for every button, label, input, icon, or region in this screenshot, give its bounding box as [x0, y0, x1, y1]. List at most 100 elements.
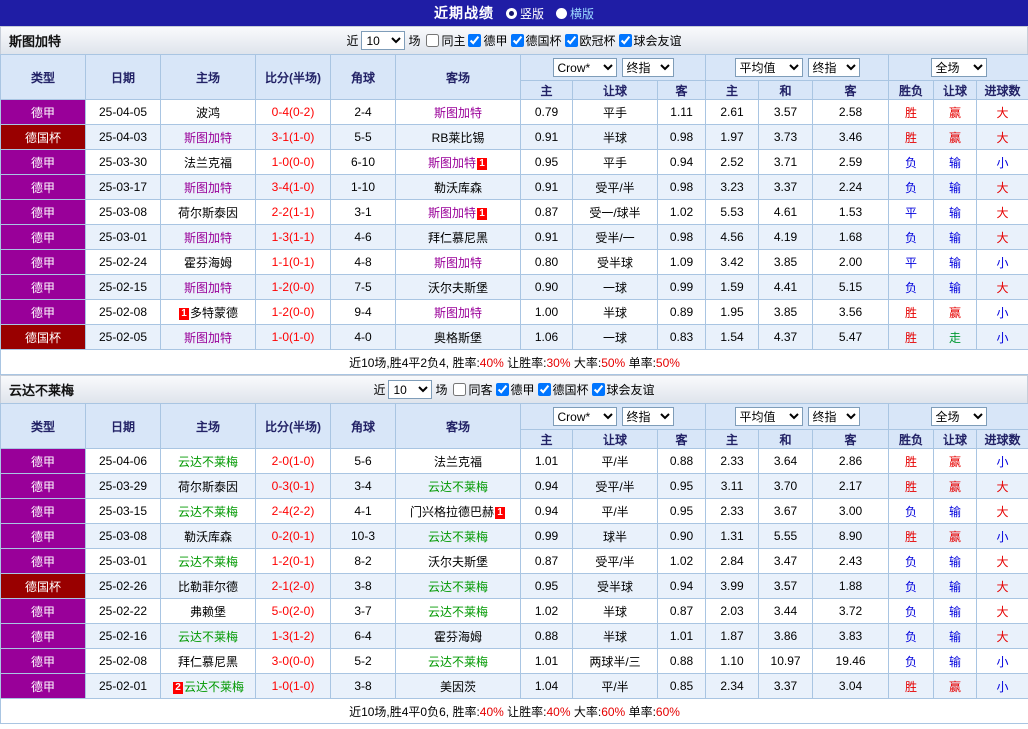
- scope-select[interactable]: 全场: [930, 58, 987, 77]
- team-name-text: 斯图加特: [427, 205, 476, 220]
- odds-stage-select[interactable]: 终指: [621, 407, 674, 426]
- scope-select[interactable]: 全场: [930, 407, 987, 426]
- result-outcome: 负: [888, 573, 935, 599]
- filter-option[interactable]: 德国杯: [510, 32, 562, 49]
- league-badge: 德甲: [0, 299, 86, 325]
- crown-odds-away: 0.88: [656, 448, 707, 474]
- layout-horizontal-radio[interactable]: 横版: [556, 5, 594, 22]
- filter-checkbox[interactable]: [537, 383, 551, 396]
- match-date: 25-03-01: [85, 548, 161, 574]
- avg-odds-draw: 4.61: [758, 199, 814, 225]
- col-score: 比分(半场): [255, 54, 331, 100]
- filter-checkbox[interactable]: [591, 383, 605, 396]
- summary-cell: 近10场,胜4平0负6, 胜率:40% 让胜率:40% 大率:60% 单率:60…: [0, 698, 1028, 724]
- league-badge: 德甲: [0, 648, 86, 674]
- avg-odds-draw: 3.44: [758, 598, 814, 624]
- team-name-text: 云达不莱梅: [427, 479, 488, 494]
- league-badge: 德国杯: [0, 324, 86, 350]
- avg-odds-away: 2.59: [812, 149, 890, 175]
- crown-handicap: 平手: [572, 99, 658, 125]
- match-count-select[interactable]: 10: [388, 380, 433, 399]
- match-date: 25-04-05: [85, 99, 161, 125]
- filter-checkbox[interactable]: [468, 34, 482, 47]
- bookmaker-header: Crow* 终指: [519, 403, 707, 430]
- filter-checkbox[interactable]: [453, 383, 467, 396]
- filter-option[interactable]: 德甲: [495, 381, 535, 398]
- avg-odds-home: 2.03: [705, 598, 760, 624]
- match-date: 25-02-16: [85, 623, 161, 649]
- filter-option[interactable]: 德国杯: [537, 381, 589, 398]
- filter-option[interactable]: 球会友谊: [618, 32, 682, 49]
- avg-odds-home: 1.59: [705, 274, 760, 300]
- filter-checkbox[interactable]: [564, 34, 578, 47]
- crown-handicap: 一球: [572, 324, 658, 350]
- crown-odds-home: 0.94: [520, 473, 573, 499]
- result-goals: 小: [976, 249, 1028, 275]
- match-count-select[interactable]: 10: [361, 31, 406, 50]
- avg-odds-home: 3.23: [705, 174, 760, 200]
- away-team: 云达不莱梅: [395, 648, 521, 674]
- summary-stat-value: 30%: [546, 355, 571, 370]
- corner-score: 8-2: [330, 548, 396, 574]
- crown-odds-home: 0.95: [520, 573, 573, 599]
- result-handicap: 赢: [933, 99, 978, 125]
- filter-option[interactable]: 同客: [453, 381, 493, 398]
- avg-odds-away: 1.53: [812, 199, 890, 225]
- summary-stat-label: 胜率:: [452, 355, 480, 370]
- match-date: 25-02-05: [85, 324, 161, 350]
- bookmaker-select[interactable]: Crow*: [552, 407, 617, 426]
- table-header-row: 类型 日期 主场 比分(半场) 角球 客场 Crow* 终指 平均值 终指 全场: [0, 54, 1028, 100]
- away-team: 霍芬海姆: [395, 623, 521, 649]
- away-team: RB莱比锡: [395, 124, 521, 150]
- filter-checkbox[interactable]: [618, 34, 632, 47]
- result-outcome: 负: [888, 598, 935, 624]
- corner-score: 5-6: [330, 448, 396, 474]
- avg-odds-draw: 4.19: [758, 224, 814, 250]
- filter-option[interactable]: 球会友谊: [591, 381, 655, 398]
- result-goals: 大: [976, 224, 1028, 250]
- summary-stat-value: 60%: [601, 704, 626, 719]
- odds-stage-select[interactable]: 终指: [621, 58, 674, 77]
- bookmaker-select[interactable]: Crow*: [552, 58, 617, 77]
- crown-handicap: 受一/球半: [572, 199, 658, 225]
- avg-odds-home: 2.34: [705, 673, 760, 699]
- crown-odds-away: 0.85: [656, 673, 707, 699]
- match-score: 1-0(1-0): [255, 324, 331, 350]
- red-card-badge: 1: [477, 157, 487, 170]
- result-goals: 大: [976, 124, 1028, 150]
- crown-handicap: 两球半/三: [572, 648, 658, 674]
- filter-option[interactable]: 欧冠杯: [564, 32, 616, 49]
- match-date: 25-03-29: [85, 473, 161, 499]
- average-select[interactable]: 平均值: [734, 407, 803, 426]
- col-handicap: 让球: [572, 80, 658, 100]
- home-team: 斯图加特: [160, 224, 256, 250]
- match-score: 1-3(1-2): [255, 623, 331, 649]
- result-outcome: 胜: [888, 673, 935, 699]
- filter-checkbox[interactable]: [495, 383, 509, 396]
- away-team: 沃尔夫斯堡: [395, 274, 521, 300]
- avg-odds-draw: 3.67: [758, 498, 814, 524]
- team-name-text: 霍芬海姆: [183, 255, 232, 270]
- layout-vertical-radio[interactable]: 竖版: [505, 5, 544, 22]
- result-handicap: 输: [933, 149, 978, 175]
- crown-handicap: 受平/半: [572, 174, 658, 200]
- average-header: 平均值 终指: [705, 54, 890, 81]
- scope-header: 全场: [888, 54, 1028, 81]
- crown-handicap: 平/半: [572, 498, 658, 524]
- average-stage-select[interactable]: 终指: [807, 407, 860, 426]
- filter-option[interactable]: 同主: [426, 32, 465, 49]
- crown-handicap: 半球: [572, 124, 658, 150]
- filter-checkbox[interactable]: [510, 34, 524, 47]
- crown-odds-away: 0.89: [656, 299, 707, 325]
- average-stage-select[interactable]: 终指: [807, 58, 860, 77]
- avg-odds-home: 1.97: [705, 124, 760, 150]
- filter-checkbox[interactable]: [426, 34, 440, 47]
- filter-option-label: 德甲: [510, 383, 535, 397]
- crown-handicap: 受平/半: [572, 548, 658, 574]
- filter-option[interactable]: 德甲: [468, 32, 508, 49]
- league-badge: 德国杯: [0, 573, 86, 599]
- average-select[interactable]: 平均值: [734, 58, 803, 77]
- page-title: 近期战绩: [433, 5, 494, 21]
- filter-option-label: 同客: [468, 383, 493, 397]
- col-home: 主场: [160, 54, 256, 100]
